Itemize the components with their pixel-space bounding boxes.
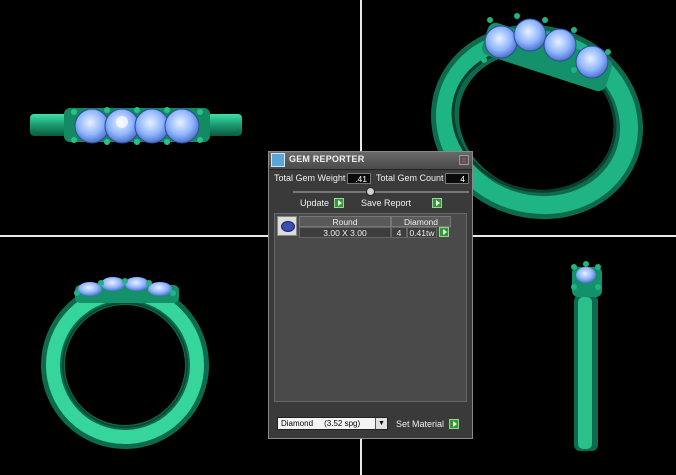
side-ring-model <box>41 277 209 449</box>
set-material-button[interactable] <box>449 419 459 429</box>
total-gem-weight-label: Total Gem Weight <box>274 173 346 183</box>
gem-count-cell: 4 <box>391 227 407 238</box>
gem-row-go-button[interactable] <box>439 227 449 237</box>
gem-size-cell: 3.00 X 3.00 <box>299 227 391 238</box>
total-gem-count-value: 4 <box>445 173 469 184</box>
close-icon[interactable]: x <box>459 155 469 165</box>
material-select[interactable]: Diamond (3.52 spg) ▼ <box>277 417 388 430</box>
gem-reporter-app-icon <box>271 153 285 167</box>
total-gem-weight-value: .41 <box>347 173 371 184</box>
gem-thumbnail-icon[interactable] <box>277 216 297 236</box>
update-label: Update <box>300 198 330 208</box>
shape-column-header: Round <box>299 216 391 227</box>
front-ring-model <box>30 107 242 145</box>
update-button[interactable] <box>334 198 344 208</box>
panel-title: GEM REPORTER <box>289 154 365 164</box>
gem-type-column-header: Diamond <box>391 216 451 227</box>
edge-ring-model <box>571 261 602 451</box>
panel-titlebar[interactable]: GEM REPORTER x <box>269 152 472 170</box>
gem-weight-cell: 0.41tw <box>407 227 437 238</box>
gem-reporter-panel: GEM REPORTER x Total Gem Weight .41 Tota… <box>268 151 473 439</box>
save-report-button[interactable] <box>432 198 442 208</box>
total-gem-count-label: Total Gem Count <box>376 173 444 183</box>
panel-slider-track <box>293 191 469 193</box>
save-report-label: Save Report <box>361 198 412 208</box>
panel-slider-knob[interactable] <box>366 187 375 196</box>
gem-list[interactable]: Round Diamond 3.00 X 3.00 4 0.41tw <box>274 213 467 402</box>
material-select-value: Diamond (3.52 spg) <box>281 419 361 428</box>
chevron-down-icon[interactable]: ▼ <box>375 418 387 429</box>
set-material-label: Set Material <box>396 419 445 429</box>
